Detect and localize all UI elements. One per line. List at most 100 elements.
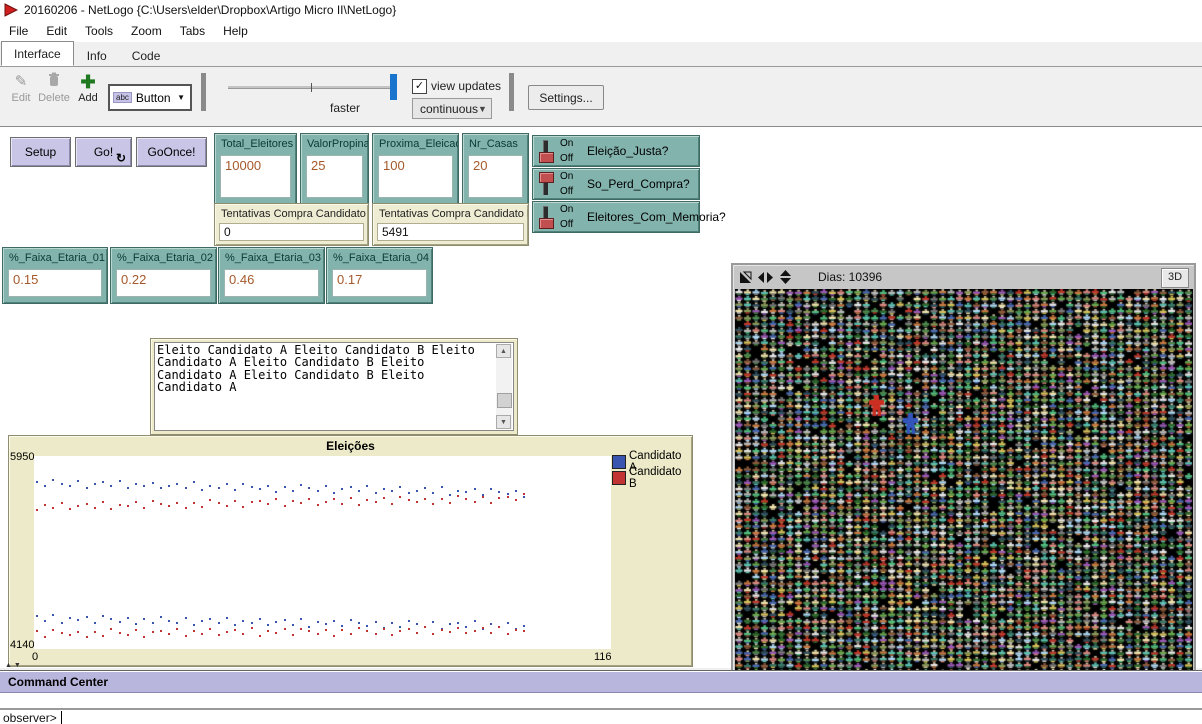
data-point bbox=[102, 615, 104, 617]
data-point bbox=[226, 631, 228, 633]
input-proxima-eleicao[interactable]: Proxima_Eleicao100 bbox=[372, 133, 459, 205]
data-point bbox=[77, 505, 79, 507]
data-point bbox=[226, 483, 228, 485]
widget-label: ValorPropina bbox=[301, 134, 368, 150]
input-faixa-etaria-02[interactable]: %_Faixa_Etaria_020.22 bbox=[110, 247, 217, 304]
input-field[interactable]: 25 bbox=[306, 155, 363, 198]
scroll-down-icon[interactable]: ▼ bbox=[496, 415, 511, 429]
button-setup[interactable]: Setup bbox=[10, 137, 71, 167]
data-point bbox=[176, 622, 178, 624]
menu-item-help[interactable]: Help bbox=[214, 22, 257, 40]
menu-item-file[interactable]: File bbox=[0, 22, 37, 40]
data-point bbox=[259, 500, 261, 502]
monitor-value: 0 bbox=[219, 223, 364, 241]
switch-name: So_Perd_Compra? bbox=[587, 177, 690, 191]
input-field[interactable]: 0.17 bbox=[332, 269, 427, 297]
input-field[interactable]: 100 bbox=[378, 155, 453, 198]
data-point bbox=[300, 618, 302, 620]
settings-button[interactable]: Settings... bbox=[528, 85, 604, 110]
data-point bbox=[185, 617, 187, 619]
command-center-splitter[interactable]: ▲▼ bbox=[5, 662, 23, 669]
data-point bbox=[441, 486, 443, 488]
data-point bbox=[44, 485, 46, 487]
data-point bbox=[358, 622, 360, 624]
data-point bbox=[391, 503, 393, 505]
world-canvas[interactable] bbox=[735, 289, 1193, 724]
input-faixa-etaria-04[interactable]: %_Faixa_Etaria_040.17 bbox=[326, 247, 433, 304]
data-point bbox=[350, 633, 352, 635]
tab-info[interactable]: Info bbox=[75, 45, 119, 66]
add-button[interactable]: ✚ Add bbox=[74, 72, 102, 104]
input-field[interactable]: 0.46 bbox=[224, 269, 319, 297]
plus-icon: ✚ bbox=[74, 72, 102, 92]
speed-slider-track[interactable] bbox=[228, 86, 396, 89]
data-point bbox=[110, 628, 112, 630]
data-point bbox=[284, 486, 286, 488]
data-point bbox=[69, 617, 71, 619]
switch-handle[interactable] bbox=[539, 152, 554, 163]
output-scrollbar[interactable]: ▲ ▼ bbox=[496, 344, 512, 429]
data-point bbox=[102, 635, 104, 637]
input-faixa-etaria-03[interactable]: %_Faixa_Etaria_030.46 bbox=[218, 247, 325, 304]
input-total-eleitores[interactable]: Total_Eleitores10000 bbox=[214, 133, 297, 205]
delete-button[interactable]: Delete bbox=[36, 72, 72, 104]
widget-label: %_Faixa_Etaria_01 bbox=[3, 248, 107, 264]
tab-code[interactable]: Code bbox=[120, 45, 173, 66]
switch-off-label: Off bbox=[560, 186, 573, 197]
data-point bbox=[218, 634, 220, 636]
input-faixa-etaria-01[interactable]: %_Faixa_Etaria_01 0.15 bbox=[2, 247, 108, 304]
data-point bbox=[226, 617, 228, 619]
widget-type-chooser[interactable]: abc Button ▼ bbox=[108, 84, 192, 111]
data-point bbox=[490, 488, 492, 490]
view-3d-button[interactable]: 3D bbox=[1161, 268, 1189, 288]
data-point bbox=[69, 485, 71, 487]
input-valorpropina[interactable]: ValorPropina 25 bbox=[300, 133, 369, 205]
update-mode-dropdown[interactable]: continuous ▼ bbox=[412, 98, 492, 119]
data-point bbox=[77, 480, 79, 482]
data-point bbox=[152, 631, 154, 633]
switch-elei-o-justa[interactable]: OnOffEleição_Justa? bbox=[532, 135, 700, 167]
data-point bbox=[135, 483, 137, 485]
data-point bbox=[52, 479, 54, 481]
data-point bbox=[474, 620, 476, 622]
data-point bbox=[242, 620, 244, 622]
x-axis-min-label: 0 bbox=[32, 651, 38, 663]
data-point bbox=[218, 487, 220, 489]
data-point bbox=[350, 486, 352, 488]
input-field[interactable]: 0.22 bbox=[116, 269, 211, 297]
menu-item-zoom[interactable]: Zoom bbox=[122, 22, 171, 40]
data-point bbox=[119, 504, 121, 506]
scrollbar-thumb[interactable] bbox=[497, 393, 512, 408]
data-point bbox=[366, 630, 368, 632]
switch-handle[interactable] bbox=[539, 172, 554, 183]
menu-item-edit[interactable]: Edit bbox=[37, 22, 76, 40]
switch-handle[interactable] bbox=[539, 218, 554, 229]
menu-item-tabs[interactable]: Tabs bbox=[171, 22, 214, 40]
data-point bbox=[366, 625, 368, 627]
data-point bbox=[449, 623, 451, 625]
output-text: Eleito Candidato A Eleito Candidato B El… bbox=[157, 344, 493, 429]
data-point bbox=[416, 623, 418, 625]
menu-item-tools[interactable]: Tools bbox=[76, 22, 122, 40]
input-field[interactable]: 10000 bbox=[220, 155, 291, 198]
edit-button[interactable]: ✎ Edit bbox=[6, 72, 36, 104]
switch-eleitores-com-memoria[interactable]: OnOffEleitores_Com_Memoria? bbox=[532, 201, 700, 233]
button-go[interactable]: Go!↻ bbox=[75, 137, 132, 167]
data-point bbox=[317, 504, 319, 506]
input-nr-casas[interactable]: Nr_Casas20 bbox=[462, 133, 529, 205]
data-point bbox=[176, 502, 178, 504]
command-center-input-row[interactable]: observer> bbox=[0, 710, 1202, 724]
speed-slider-handle[interactable] bbox=[390, 74, 397, 100]
command-center-header: Command Center bbox=[0, 672, 1202, 693]
data-point bbox=[251, 486, 253, 488]
data-point bbox=[61, 622, 63, 624]
tab-interface[interactable]: Interface bbox=[1, 41, 74, 66]
button-goonce[interactable]: GoOnce! bbox=[136, 137, 207, 167]
switch-so-perd-compra[interactable]: OnOffSo_Perd_Compra? bbox=[532, 168, 700, 200]
view-updates-checkbox[interactable]: ✓ bbox=[412, 79, 427, 94]
data-point bbox=[465, 491, 467, 493]
input-field[interactable]: 0.15 bbox=[8, 269, 102, 297]
legend-color-swatch bbox=[612, 471, 626, 485]
scroll-up-icon[interactable]: ▲ bbox=[496, 344, 511, 358]
input-field[interactable]: 20 bbox=[468, 155, 523, 198]
